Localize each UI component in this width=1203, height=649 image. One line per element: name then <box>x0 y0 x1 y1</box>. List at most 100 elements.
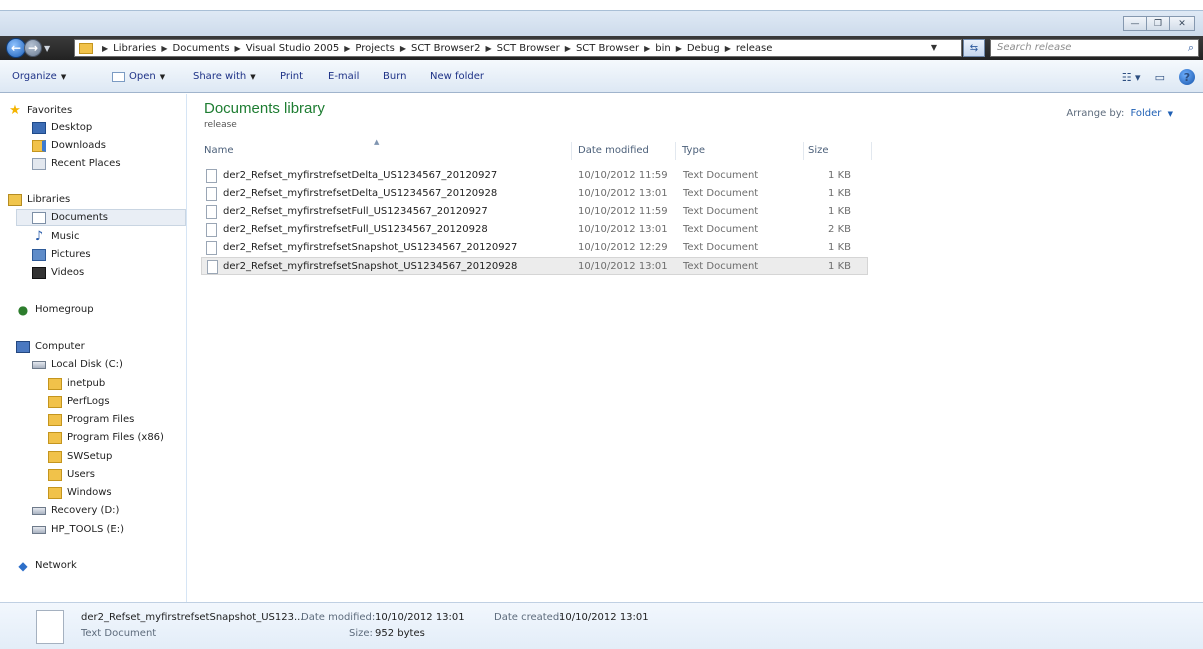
breadcrumb-separator-icon[interactable]: ▶ <box>344 44 350 53</box>
breadcrumb-separator-icon[interactable]: ▶ <box>676 44 682 53</box>
nav-folder-users[interactable]: Users <box>48 466 95 483</box>
nav-desktop[interactable]: Desktop <box>32 119 92 136</box>
file-date: 10/10/2012 11:59 <box>578 170 668 181</box>
arrange-value-button[interactable]: Folder <box>1131 108 1162 119</box>
nav-computer[interactable]: Computer <box>16 338 85 355</box>
nav-label: SWSetup <box>67 451 113 462</box>
organize-button[interactable]: Organize ▼ <box>12 71 66 82</box>
nav-pictures[interactable]: Pictures <box>32 246 91 263</box>
file-size: 1 KB <box>828 188 851 199</box>
nav-folder-swsetup[interactable]: SWSetup <box>48 448 112 465</box>
breadcrumb-separator-icon[interactable]: ▶ <box>235 44 241 53</box>
nav-libraries[interactable]: Libraries <box>8 191 70 208</box>
column-label: Name <box>204 145 234 156</box>
breadcrumb-item[interactable]: SCT Browser <box>576 43 639 54</box>
breadcrumb-item[interactable]: Documents <box>173 43 230 54</box>
nav-videos[interactable]: Videos <box>32 264 84 281</box>
file-date: 10/10/2012 12:29 <box>578 242 668 253</box>
change-view-icon[interactable]: ☷ ▾ <box>1122 71 1141 84</box>
breadcrumb-item[interactable]: release <box>736 43 772 54</box>
address-history-dropdown-icon[interactable]: ▼ <box>931 40 937 56</box>
chevron-down-icon: ▼ <box>250 72 256 81</box>
nav-favorites[interactable]: ★ Favorites <box>8 102 72 119</box>
breadcrumb-separator-icon[interactable]: ▶ <box>725 44 731 53</box>
column-header-type[interactable]: Type <box>682 142 804 160</box>
file-name: der2_Refset_myfirstrefsetFull_US1234567_… <box>223 206 488 217</box>
search-input[interactable]: Search release ⌕ <box>990 39 1199 57</box>
forward-button[interactable]: → <box>24 39 42 57</box>
breadcrumb-item[interactable]: Visual Studio 2005 <box>246 43 340 54</box>
breadcrumb-separator-icon[interactable]: ▶ <box>161 44 167 53</box>
nav-label: Libraries <box>27 194 71 205</box>
breadcrumb-item[interactable]: SCT Browser <box>497 43 560 54</box>
breadcrumb-separator-icon[interactable]: ▶ <box>485 44 491 53</box>
nav-label: Downloads <box>51 140 106 151</box>
column-header-name[interactable]: Name <box>204 142 572 160</box>
breadcrumb-separator-icon[interactable]: ▶ <box>565 44 571 53</box>
file-date: 10/10/2012 13:01 <box>578 261 668 272</box>
folder-icon <box>48 395 62 408</box>
nav-network[interactable]: ◆ Network <box>16 557 76 574</box>
recent-pages-dropdown-icon[interactable]: ▼ <box>44 44 50 53</box>
address-bar[interactable]: ▶ Libraries ▶ Documents ▶ Visual Studio … <box>74 39 962 57</box>
nav-folder-program-files[interactable]: Program Files <box>48 411 134 428</box>
new-folder-button[interactable]: New folder <box>430 71 484 82</box>
nav-folder-inetpub[interactable]: inetpub <box>48 375 105 392</box>
nav-label: Recovery (D:) <box>51 505 120 516</box>
file-row-selected[interactable]: der2_Refset_myfirstrefsetSnapshot_US1234… <box>201 257 868 275</box>
help-icon[interactable]: ? <box>1179 69 1195 85</box>
column-header-size[interactable]: Size <box>808 142 872 160</box>
nav-local-disk[interactable]: Local Disk (C:) <box>32 356 123 373</box>
folder-icon <box>48 486 62 499</box>
breadcrumb-item[interactable]: bin <box>655 43 670 54</box>
text-file-icon <box>207 260 218 274</box>
file-row[interactable]: der2_Refset_myfirstrefsetDelta_US1234567… <box>201 185 868 203</box>
close-button[interactable]: ✕ <box>1169 16 1195 31</box>
print-button[interactable]: Print <box>280 71 303 82</box>
file-date: 10/10/2012 13:01 <box>578 224 668 235</box>
breadcrumb-separator-icon[interactable]: ▶ <box>644 44 650 53</box>
file-row[interactable]: der2_Refset_myfirstrefsetFull_US1234567_… <box>201 221 868 239</box>
nav-recent-places[interactable]: Recent Places <box>32 155 121 172</box>
nav-downloads[interactable]: Downloads <box>32 137 106 154</box>
drive-icon <box>32 506 46 515</box>
details-size-label: Size: <box>349 628 373 639</box>
share-with-button[interactable]: Share with ▼ <box>193 71 256 82</box>
nav-documents[interactable]: Documents <box>16 209 186 226</box>
refresh-button[interactable]: ⇆ <box>963 39 985 57</box>
nav-hp-tools[interactable]: HP_TOOLS (E:) <box>32 521 124 538</box>
burn-button[interactable]: Burn <box>383 71 406 82</box>
minimize-button[interactable]: — <box>1123 16 1147 31</box>
file-row[interactable]: der2_Refset_myfirstrefsetSnapshot_US1234… <box>201 239 868 257</box>
nav-label: Users <box>67 469 96 480</box>
text-file-icon <box>36 610 64 644</box>
column-header-date-modified[interactable]: Date modified <box>578 142 676 160</box>
command-toolbar: Organize ▼ Open ▼ Share with ▼ Print E-mail… <box>0 60 1203 93</box>
nav-music[interactable]: ♪ Music <box>32 228 80 245</box>
breadcrumb-item[interactable]: SCT Browser2 <box>411 43 481 54</box>
back-button[interactable]: ← <box>6 38 26 58</box>
column-label: Size <box>808 145 829 156</box>
file-name: der2_Refset_myfirstrefsetDelta_US1234567… <box>223 188 498 199</box>
nav-folder-perflogs[interactable]: PerfLogs <box>48 393 110 410</box>
preview-pane-icon[interactable]: ▭ <box>1155 71 1165 84</box>
nav-homegroup[interactable]: ● Homegroup <box>16 301 94 318</box>
breadcrumb-item[interactable]: Libraries <box>113 43 156 54</box>
breadcrumb-item[interactable]: Debug <box>687 43 720 54</box>
share-with-label: Share with <box>193 71 247 82</box>
nav-folder-windows[interactable]: Windows <box>48 484 112 501</box>
breadcrumb-separator-icon[interactable]: ▶ <box>102 44 108 53</box>
back-arrow-icon: ← <box>10 41 22 55</box>
open-button[interactable]: Open ▼ <box>112 71 165 82</box>
nav-label: Music <box>51 231 80 242</box>
chevron-down-icon[interactable]: ▼ <box>1168 110 1173 118</box>
file-row[interactable]: der2_Refset_myfirstrefsetDelta_US1234567… <box>201 167 868 185</box>
breadcrumb-item[interactable]: Projects <box>355 43 394 54</box>
nav-folder-program-files-x86[interactable]: Program Files (x86) <box>48 429 164 446</box>
breadcrumb-separator-icon[interactable]: ▶ <box>400 44 406 53</box>
file-row[interactable]: der2_Refset_myfirstrefsetFull_US1234567_… <box>201 203 868 221</box>
email-button[interactable]: E-mail <box>328 71 359 82</box>
maximize-button[interactable]: ❐ <box>1146 16 1170 31</box>
nav-recovery[interactable]: Recovery (D:) <box>32 502 119 519</box>
nav-label: Desktop <box>51 122 93 133</box>
